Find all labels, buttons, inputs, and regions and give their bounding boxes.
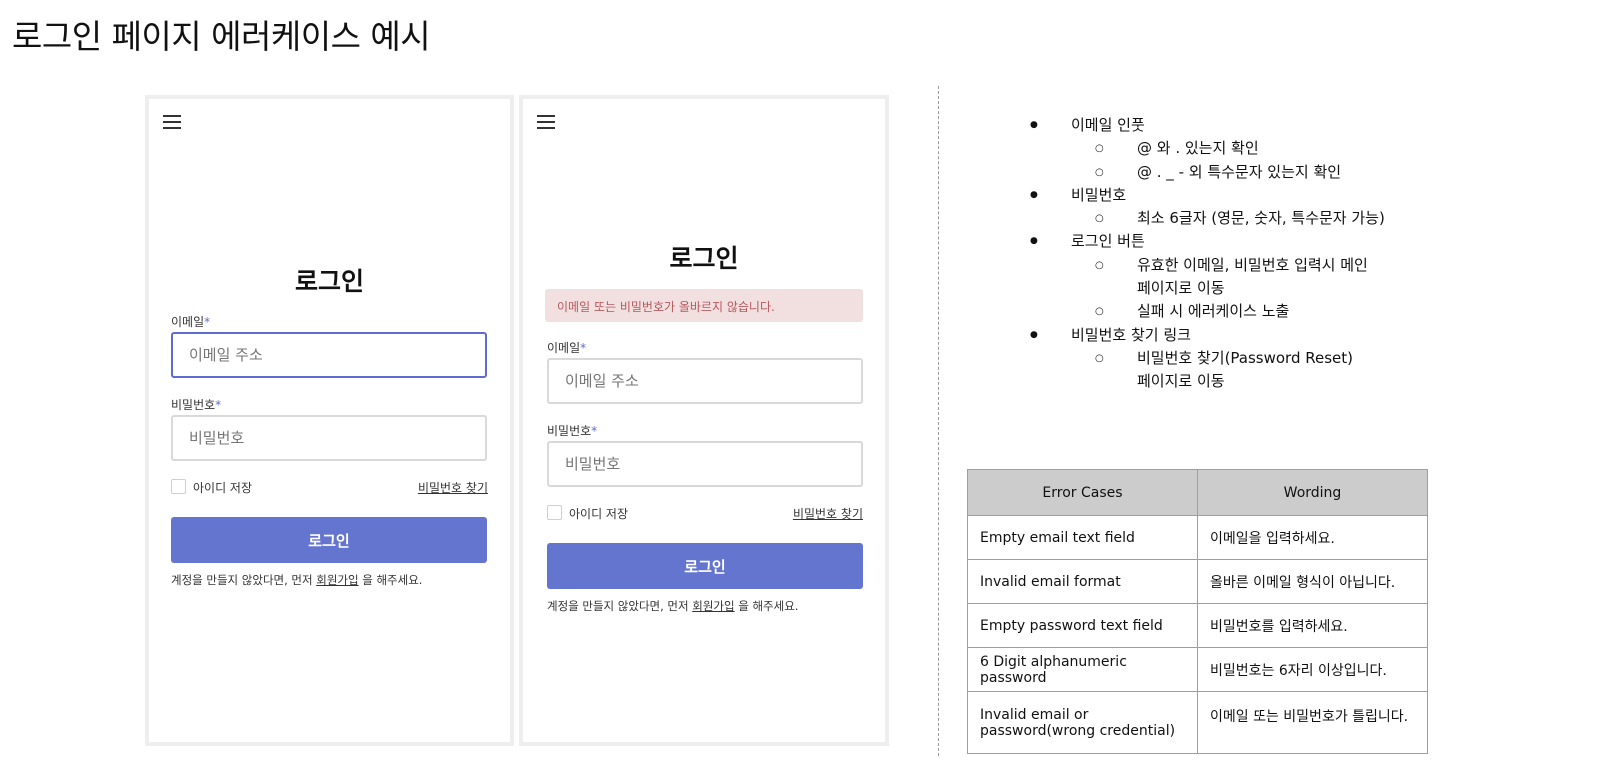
table-row: 6 Digit alphanumeric password 비밀번호는 6자리 … — [967, 647, 1428, 692]
email-input[interactable] — [171, 332, 487, 378]
note-item: 비밀번호 찾기 링크 — [1030, 324, 1385, 348]
wording-cell: 올바른 이메일 형식이 아닙니다. — [1197, 559, 1428, 604]
section-divider — [938, 86, 939, 756]
signup-link[interactable]: 회원가입 — [692, 599, 734, 613]
error-case-cell: Invalid email format — [967, 559, 1198, 604]
remember-id-label: 아이디 저장 — [569, 507, 629, 521]
note-item: @ . _ - 외 특수문자 있는지 확인 — [1030, 161, 1385, 185]
error-case-cell: 6 Digit alphanumeric password — [967, 647, 1198, 692]
error-case-cell: Empty password text field — [967, 603, 1198, 648]
remember-id-label: 아이디 저장 — [193, 481, 253, 495]
requirements-notes: 이메일 인풋 @ 와 . 있는지 확인 @ . _ - 외 특수문자 있는지 확… — [1030, 114, 1385, 394]
password-label: 비밀번호* — [547, 424, 598, 438]
login-button[interactable]: 로그인 — [547, 543, 863, 589]
find-password-link[interactable]: 비밀번호 찾기 — [418, 479, 488, 496]
table-row: Invalid email format 올바른 이메일 형식이 아닙니다. — [967, 559, 1428, 604]
email-input[interactable] — [547, 358, 863, 404]
required-mark: * — [215, 398, 222, 412]
note-item: 페이지로 이동 — [1137, 279, 1225, 298]
login-screen-default: 로그인 이메일* 비밀번호* 아이디 저장 비밀번호 찾기 로그인 계정을 만들… — [145, 95, 514, 746]
table-header-row: Error Cases Wording — [967, 469, 1428, 516]
error-cases-table: Error Cases Wording Empty email text fie… — [967, 469, 1428, 754]
table-row: Invalid email or password(wrong credenti… — [967, 691, 1428, 754]
wording-cell: 이메일 또는 비밀번호가 틀립니다. — [1197, 691, 1428, 754]
note-item: 최소 6글자 (영문, 숫자, 특수문자 가능) — [1030, 207, 1385, 231]
login-title: 로그인 — [294, 267, 364, 296]
login-screen-error: 로그인 이메일 또는 비밀번호가 올바르지 않습니다. 이메일* 비밀번호* 아… — [519, 95, 889, 746]
note-item: 실패 시 에러케이스 노출 — [1030, 300, 1385, 324]
password-input[interactable] — [171, 415, 487, 461]
hamburger-menu-icon[interactable] — [537, 115, 555, 129]
signup-link[interactable]: 회원가입 — [316, 573, 358, 587]
signup-text: 계정을 만들지 않았다면, 먼저 회원가입 을 해주세요. — [547, 599, 799, 613]
page-title: 로그인 페이지 에러케이스 예시 — [12, 17, 431, 56]
table-row: Empty password text field 비밀번호를 입력하세요. — [967, 603, 1428, 648]
wording-cell: 비밀번호를 입력하세요. — [1197, 603, 1428, 648]
note-item: 비밀번호 찾기(Password Reset) — [1030, 347, 1385, 371]
email-label: 이메일* — [171, 315, 211, 329]
note-item: 비밀번호 — [1030, 184, 1385, 208]
required-mark: * — [204, 315, 211, 329]
note-item: 유효한 이메일, 비밀번호 입력시 메인 — [1030, 254, 1385, 278]
remember-id-checkbox[interactable] — [171, 479, 186, 494]
login-button[interactable]: 로그인 — [171, 517, 487, 563]
note-item: 로그인 버튼 — [1030, 230, 1385, 254]
error-case-cell: Empty email text field — [967, 515, 1198, 560]
hamburger-menu-icon[interactable] — [163, 115, 181, 129]
password-label: 비밀번호* — [171, 398, 222, 412]
wording-cell: 이메일을 입력하세요. — [1197, 515, 1428, 560]
header-wording: Wording — [1197, 469, 1428, 516]
error-message-banner: 이메일 또는 비밀번호가 올바르지 않습니다. — [545, 289, 863, 322]
table-row: Empty email text field 이메일을 입력하세요. — [967, 515, 1428, 560]
header-error-cases: Error Cases — [967, 469, 1198, 516]
note-item: 페이지로 이동 — [1137, 372, 1225, 391]
required-mark: * — [591, 424, 598, 438]
wording-cell: 비밀번호는 6자리 이상입니다. — [1197, 647, 1428, 692]
note-item: 이메일 인풋 — [1030, 114, 1385, 138]
password-input[interactable] — [547, 441, 863, 487]
find-password-link[interactable]: 비밀번호 찾기 — [793, 505, 863, 522]
email-label: 이메일* — [547, 341, 587, 355]
signup-text: 계정을 만들지 않았다면, 먼저 회원가입 을 해주세요. — [171, 573, 423, 587]
error-case-cell: Invalid email or password(wrong credenti… — [967, 691, 1198, 754]
login-title: 로그인 — [669, 244, 739, 273]
note-item: @ 와 . 있는지 확인 — [1030, 137, 1385, 161]
remember-id-checkbox[interactable] — [547, 505, 562, 520]
required-mark: * — [580, 341, 587, 355]
